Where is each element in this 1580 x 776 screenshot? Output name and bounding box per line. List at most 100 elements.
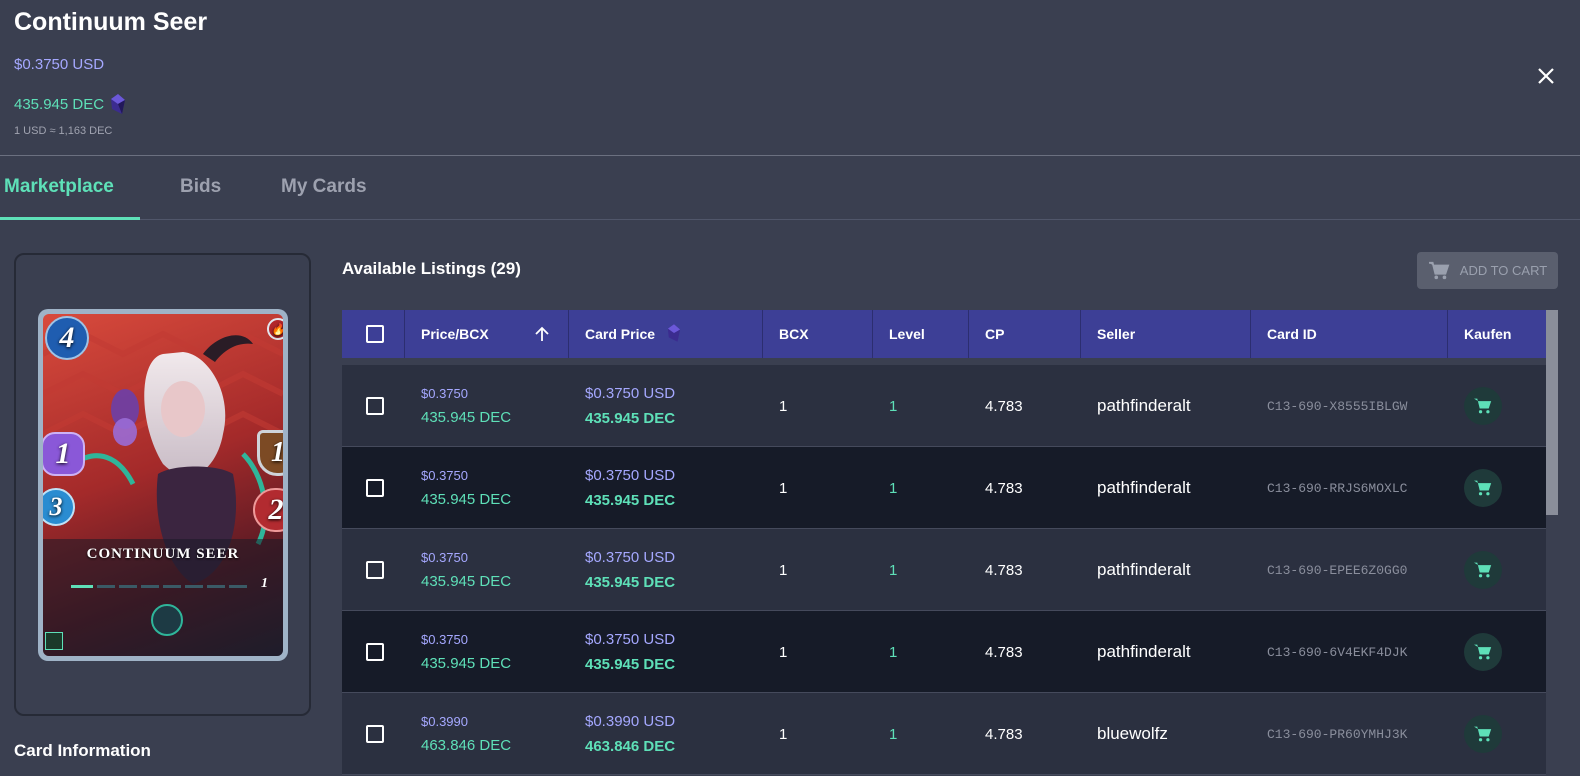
price-bcx-dec: 435.945 DEC (421, 655, 512, 672)
dec-gem-icon (111, 94, 126, 114)
buy-cart-button[interactable] (1464, 715, 1502, 753)
seller-cell[interactable]: pathfinderalt (1081, 447, 1251, 529)
row-select-cell (342, 693, 405, 775)
table-scrollbar[interactable] (1546, 310, 1558, 776)
table-row[interactable]: $0.3990 463.846 DEC $0.3990 USD 463.846 DE… (342, 693, 1546, 775)
header-kaufen: Kaufen (1464, 326, 1512, 342)
cp-cell: 4.783 (985, 561, 1023, 579)
add-to-cart-button[interactable]: ADD TO CART (1417, 252, 1558, 289)
tab-marketplace[interactable]: Marketplace (0, 156, 140, 220)
header-select-all (342, 310, 405, 358)
row-checkbox[interactable] (366, 643, 384, 661)
card-artwork: 4 🔥 1 3 1 2 CONTINUUM SEER 1 (43, 314, 283, 656)
cart-icon (1474, 562, 1492, 578)
row-select-cell (342, 365, 405, 447)
card-id-cell: C13-690-PR60YMHJ3K (1267, 726, 1408, 742)
bcx-cell: 1 (779, 725, 788, 743)
scrollbar-thumb[interactable] (1546, 310, 1558, 515)
header-card-price-label: Card Price (585, 326, 656, 342)
price-bcx-usd: $0.3750 (421, 632, 468, 647)
row-select-cell (342, 447, 405, 529)
table-row[interactable]: $0.3750 435.945 DEC $0.3750 USD 435.945 DE… (342, 611, 1546, 693)
add-to-cart-label: ADD TO CART (1459, 263, 1548, 278)
card-id-cell: C13-690-EPEE6Z0GG0 (1267, 562, 1408, 578)
table-body: $0.3750 435.945 DEC $0.3750 USD 435.945 DE… (342, 365, 1546, 775)
row-checkbox[interactable] (366, 725, 384, 743)
tab-bids[interactable]: Bids (180, 156, 221, 220)
cart-icon (1474, 398, 1492, 414)
header-cp[interactable]: CP (969, 310, 1081, 358)
card-name-plate: CONTINUUM SEER (86, 546, 240, 562)
cart-icon (1428, 261, 1450, 279)
row-checkbox[interactable] (366, 561, 384, 579)
table-header: Price/BCX Card Price BCX Level CP Seller… (342, 310, 1546, 358)
dec-gem-icon (667, 324, 681, 342)
table-row[interactable]: $0.3750 435.945 DEC $0.3750 USD 435.945 DE… (342, 529, 1546, 611)
card-price-usd: $0.3750 USD (585, 385, 676, 402)
price-bcx-usd: $0.3750 (421, 386, 468, 401)
card-price-cell: $0.3750 USD 435.945 DEC (569, 365, 763, 447)
header-bcx[interactable]: BCX (763, 310, 873, 358)
row-checkbox[interactable] (366, 397, 384, 415)
row-select-cell (342, 529, 405, 611)
price-bcx-dec: 435.945 DEC (421, 409, 512, 426)
header-level[interactable]: Level (873, 310, 969, 358)
seller-cell[interactable]: pathfinderalt (1081, 529, 1251, 611)
card-price-dec: 435.945 DEC (585, 492, 676, 509)
cp-cell: 4.783 (985, 643, 1023, 661)
buy-cart-button[interactable] (1464, 469, 1502, 507)
mana-stat: 4 (45, 316, 89, 360)
price-bcx-cell: $0.3990 463.846 DEC (405, 693, 569, 775)
header-price-bcx[interactable]: Price/BCX (405, 310, 569, 358)
magic-attack-stat: 1 (43, 432, 85, 476)
level-cell: 1 (889, 643, 898, 661)
seller-cell[interactable]: pathfinderalt (1081, 365, 1251, 447)
listings-table: Price/BCX Card Price BCX Level CP Seller… (342, 310, 1546, 776)
card-price-dec: 435.945 DEC (585, 574, 676, 591)
price-dec-row: 435.945 DEC (14, 93, 126, 115)
row-checkbox[interactable] (366, 479, 384, 497)
card-preview-panel: 4 🔥 1 3 1 2 CONTINUUM SEER 1 (14, 253, 311, 716)
seller-cell[interactable]: pathfinderalt (1081, 611, 1251, 693)
header-seller[interactable]: Seller (1081, 310, 1251, 358)
card-price-dec: 463.846 DEC (585, 738, 676, 755)
fire-element-icon: 🔥 (267, 318, 283, 340)
tab-my-cards[interactable]: My Cards (281, 156, 367, 220)
card-price-cell: $0.3990 USD 463.846 DEC (569, 693, 763, 775)
card-image: 4 🔥 1 3 1 2 CONTINUUM SEER 1 (38, 309, 288, 661)
header-card-id[interactable]: Card ID (1251, 310, 1448, 358)
card-id-cell: C13-690-X8555IBLGW (1267, 398, 1408, 414)
card-title: Continuum Seer (14, 8, 208, 36)
close-icon[interactable] (1532, 62, 1560, 90)
card-price-usd: $0.3990 USD (585, 713, 676, 730)
price-bcx-dec: 435.945 DEC (421, 491, 512, 508)
bcx-cell: 1 (779, 643, 788, 661)
price-bcx-usd: $0.3990 (421, 714, 468, 729)
table-row[interactable]: $0.3750 435.945 DEC $0.3750 USD 435.945 DE… (342, 447, 1546, 529)
cp-cell: 4.783 (985, 479, 1023, 497)
buy-cart-button[interactable] (1464, 387, 1502, 425)
exchange-rate: 1 USD ≈ 1,163 DEC (14, 125, 113, 137)
sort-arrow-up-icon[interactable] (534, 326, 550, 342)
cart-icon (1474, 480, 1492, 496)
price-bcx-cell: $0.3750 435.945 DEC (405, 447, 569, 529)
seller-cell[interactable]: bluewolfz (1081, 693, 1251, 775)
buy-cell (1448, 529, 1546, 611)
card-price-usd: $0.3750 USD (585, 549, 676, 566)
buy-cell (1448, 611, 1546, 693)
buy-cart-button[interactable] (1464, 633, 1502, 671)
price-bcx-cell: $0.3750 435.945 DEC (405, 365, 569, 447)
price-dec: 435.945 DEC (14, 95, 105, 113)
level-cell: 1 (889, 397, 898, 415)
cart-icon (1474, 726, 1492, 742)
edition-icon (45, 632, 63, 650)
table-row[interactable]: $0.3750 435.945 DEC $0.3750 USD 435.945 DE… (342, 365, 1546, 447)
card-id-cell: C13-690-6V4EKF4DJK (1267, 644, 1408, 660)
header-card-price[interactable]: Card Price (569, 310, 763, 358)
card-level: 1 (261, 576, 268, 591)
select-all-checkbox[interactable] (366, 325, 384, 343)
armor-stat: 1 (257, 430, 283, 476)
card-id-cell: C13-690-RRJS6MOXLC (1267, 480, 1408, 496)
price-usd: $0.3750 USD (14, 56, 105, 73)
buy-cart-button[interactable] (1464, 551, 1502, 589)
